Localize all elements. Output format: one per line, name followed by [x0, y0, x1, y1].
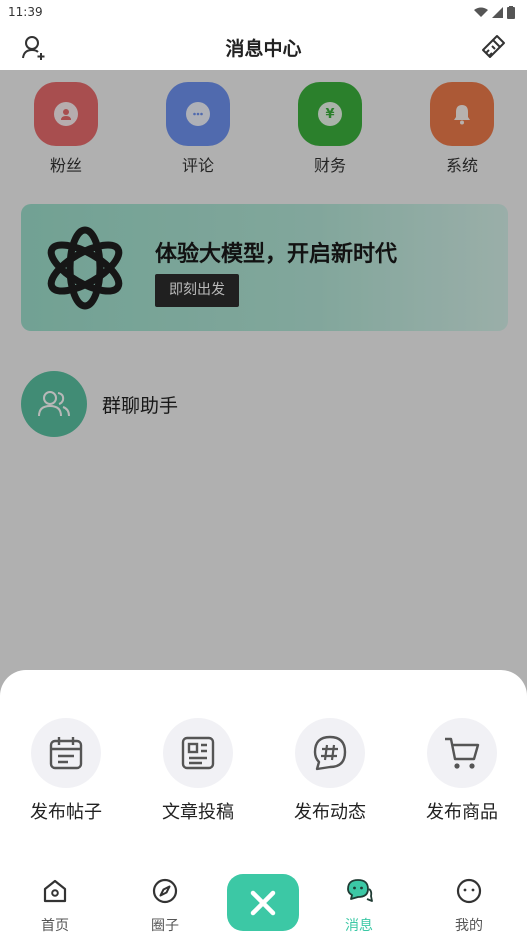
add-friend-button[interactable]: [20, 33, 48, 61]
action-circle: [295, 718, 365, 788]
action-circle: [163, 718, 233, 788]
action-circle: [427, 718, 497, 788]
message-icon: [347, 879, 373, 902]
broom-icon: [482, 35, 505, 58]
hashtag-bubble-icon: [313, 735, 347, 771]
action-label: 发布动态: [294, 802, 366, 823]
tab-label: 圈子: [151, 918, 179, 934]
tab-home[interactable]: 首页: [20, 877, 90, 935]
submit-article-button[interactable]: 文章投稿: [143, 718, 253, 824]
compass-icon: [152, 878, 178, 904]
calendar-note-icon: [49, 737, 83, 770]
publish-status-button[interactable]: 发布动态: [275, 718, 385, 824]
tab-label: 我的: [455, 918, 483, 934]
publish-goods-button[interactable]: 发布商品: [407, 718, 517, 824]
close-icon: [250, 890, 276, 915]
clear-messages-button[interactable]: [479, 33, 507, 61]
page-title: 消息中心: [225, 37, 302, 60]
shopping-cart-icon: [445, 737, 480, 769]
tab-label: 首页: [41, 918, 69, 934]
article-icon: [181, 736, 215, 770]
action-circle: [31, 718, 101, 788]
publish-post-button[interactable]: 发布帖子: [11, 718, 121, 824]
bottom-tab-bar: 首页 圈子 消息 我的: [0, 865, 527, 937]
status-bar: 11:39: [0, 0, 527, 24]
tab-mine[interactable]: 我的: [434, 877, 504, 935]
face-icon: [456, 878, 482, 904]
wifi-icon: [474, 7, 488, 17]
tab-circle[interactable]: 圈子: [130, 877, 200, 935]
home-icon: [43, 879, 67, 903]
user-plus-icon: [22, 36, 45, 60]
battery-icon: [507, 5, 515, 19]
action-label: 文章投稿: [162, 802, 234, 823]
header: 消息中心: [0, 24, 527, 70]
tab-label: 消息: [345, 918, 373, 934]
signal-icon: [492, 6, 503, 18]
status-icons: [474, 5, 515, 19]
action-label: 发布帖子: [30, 802, 102, 823]
close-publish-button[interactable]: [227, 874, 299, 931]
action-label: 发布商品: [426, 802, 498, 823]
status-time: 11:39: [8, 5, 43, 19]
tab-messages[interactable]: 消息: [324, 877, 394, 935]
